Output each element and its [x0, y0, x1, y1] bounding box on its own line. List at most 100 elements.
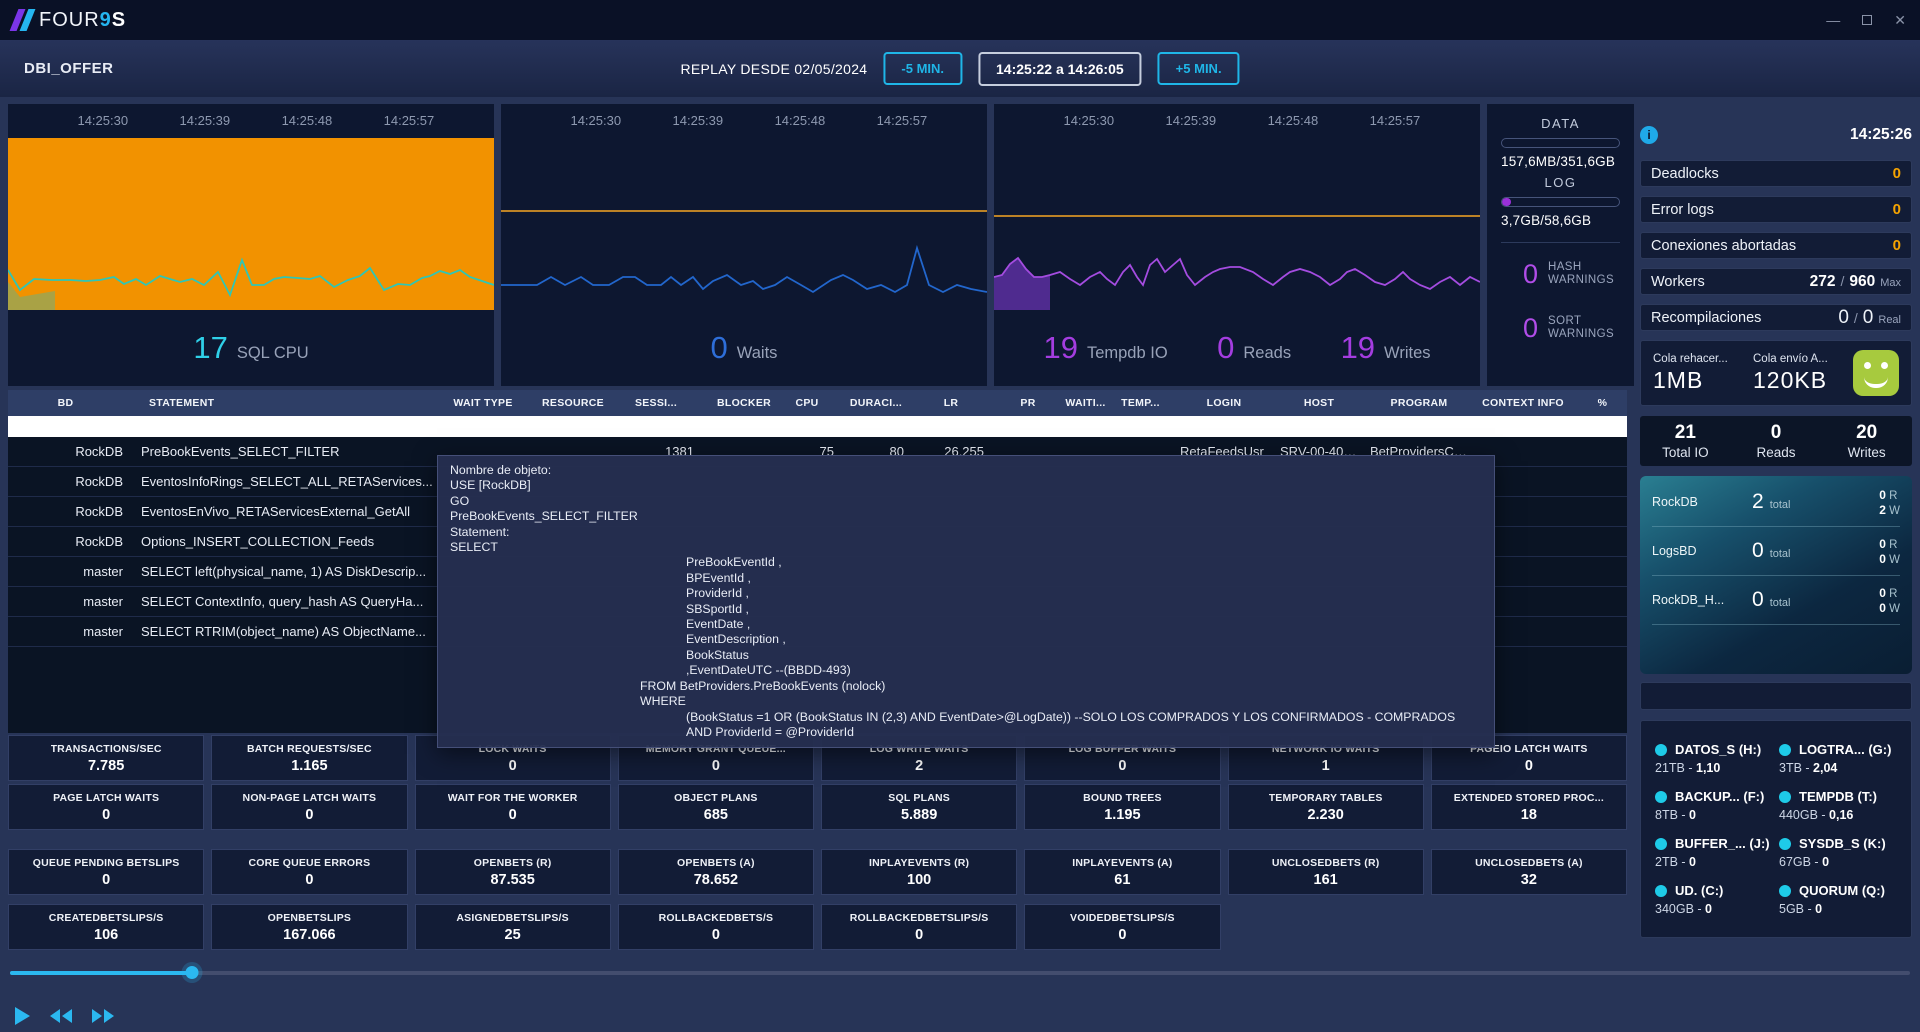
- disk-usage: 340GB - 0: [1655, 902, 1773, 916]
- chart-plot-area: [994, 138, 1480, 310]
- close-icon[interactable]: ✕: [1894, 12, 1906, 29]
- play-button[interactable]: [12, 1004, 32, 1028]
- disk-item: TEMPDB (T:)440GB - 0,16: [1779, 782, 1897, 829]
- database-name: RockDB_H...: [1652, 593, 1738, 607]
- metric-label: ROLLBACKEDBETS/S: [659, 912, 774, 924]
- column-header[interactable]: CPU: [780, 397, 848, 409]
- io-stat-value: 21: [1640, 422, 1731, 444]
- database-row[interactable]: RockDB2total0 R2 W: [1652, 478, 1900, 527]
- chart-stat: 0Reads: [1217, 330, 1291, 366]
- chart-stat: 19Writes: [1341, 330, 1431, 366]
- metrics-row-2: PAGE LATCH WAITS0NON-PAGE LATCH WAITS0WA…: [8, 784, 1627, 830]
- column-header[interactable]: LR: [918, 397, 998, 409]
- info-icon[interactable]: i: [1640, 126, 1658, 144]
- chart-stat-label: Waits: [737, 344, 778, 363]
- metric-value: 106: [94, 927, 118, 943]
- column-header[interactable]: SESSI...: [618, 397, 708, 409]
- chart-caption: 17SQL CPU: [8, 310, 494, 386]
- metric-label: OPENBETSLIPS: [268, 912, 352, 924]
- column-header[interactable]: WAIT TYPE: [438, 397, 528, 409]
- chart-caption: 19Tempdb IO0Reads19Writes: [994, 310, 1480, 386]
- column-header[interactable]: BD: [8, 397, 135, 409]
- chart-stat-label: Writes: [1384, 344, 1430, 363]
- disk-name: QUORUM (Q:): [1799, 883, 1885, 898]
- metric-tile: NON-PAGE LATCH WAITS0: [211, 784, 407, 830]
- minimize-icon[interactable]: —: [1826, 12, 1840, 28]
- tooltip-line: WHERE: [450, 694, 1482, 709]
- chart-plot-area: [8, 138, 494, 310]
- time-axis: 14:25:3014:25:3914:25:4814:25:57: [994, 104, 1480, 138]
- column-header[interactable]: %: [1578, 397, 1627, 409]
- column-header[interactable]: TEMP...: [1113, 397, 1168, 409]
- metric-label: EXTENDED STORED PROC...: [1454, 792, 1604, 804]
- metric-tile: CORE QUEUE ERRORS0: [211, 849, 407, 895]
- metric-value: 87.535: [490, 872, 534, 888]
- io-stat: 21Total IO: [1640, 422, 1731, 460]
- chart-stat-label: SQL CPU: [237, 344, 309, 363]
- disks-panel: DATOS_S (H:)21TB - 1,10LOGTRA... (G:)3TB…: [1640, 720, 1912, 938]
- metric-value: 167.066: [283, 927, 335, 943]
- metric-label: QUEUE PENDING BETSLIPS: [33, 857, 180, 869]
- slider-handle[interactable]: [186, 966, 199, 979]
- queue-item: Cola envío A...120KB: [1753, 353, 1849, 394]
- plus-5min-button[interactable]: +5 MIN.: [1158, 52, 1240, 85]
- recompilations-row: Recompilaciones 0 / 0 Real: [1640, 304, 1912, 331]
- column-header[interactable]: PR: [998, 397, 1058, 409]
- column-header[interactable]: BLOCKER: [708, 397, 780, 409]
- column-header[interactable]: HOST: [1268, 397, 1358, 409]
- disk-usage: 67GB - 0: [1779, 855, 1897, 869]
- metric-tile: INPLAYEVENTS (R)100: [821, 849, 1017, 895]
- database-writes: 0 W: [1879, 601, 1900, 615]
- column-header[interactable]: PROGRAM: [1358, 397, 1468, 409]
- disk-item: UD. (C:) 340GB - 0: [1655, 876, 1773, 923]
- table-cell: EventosInfoRings_SELECT_ALL_RETAServices…: [135, 474, 438, 489]
- log-title: LOG: [1501, 175, 1620, 190]
- disk-name: UD. (C:): [1675, 883, 1723, 898]
- counter-label: Conexiones abortadas: [1651, 238, 1796, 254]
- tooltip-line: Statement:: [450, 525, 1482, 540]
- column-header[interactable]: DURACI...: [848, 397, 918, 409]
- lightning-icon: [10, 9, 36, 31]
- rewind-button[interactable]: [48, 1007, 74, 1025]
- column-header[interactable]: CONTEXT INFO: [1468, 397, 1578, 409]
- counter-label: Deadlocks: [1651, 166, 1719, 182]
- table-cell: master: [8, 624, 135, 639]
- time-range-button[interactable]: 14:25:22 a 14:26:05: [978, 52, 1142, 86]
- database-row[interactable]: LogsBD0total0 R0 W: [1652, 527, 1900, 576]
- disk-name: LOGTRA... (G:): [1799, 742, 1891, 757]
- tooltip-line: USE [RockDB]: [450, 478, 1482, 493]
- io-stat: 0Reads: [1731, 422, 1822, 460]
- column-header[interactable]: STATEMENT: [135, 397, 438, 409]
- disk-item: DATOS_S (H:)21TB - 1,10: [1655, 735, 1773, 782]
- database-row[interactable]: RockDB_H...0total0 R0 W: [1652, 576, 1900, 625]
- chart-caption: 0 Waits: [501, 310, 987, 386]
- column-header[interactable]: WAITI...: [1058, 397, 1113, 409]
- timeline-slider[interactable]: [10, 971, 1910, 975]
- column-header[interactable]: RESOURCE: [528, 397, 618, 409]
- sidebar: i 14:25:26 Deadlocks0Error logs0Conexion…: [1640, 104, 1912, 938]
- queue-label: Cola envío A...: [1753, 353, 1849, 365]
- disk-item: BACKUP... (F:)8TB - 0: [1655, 782, 1773, 829]
- metric-tile: INPLAYEVENTS (A)61: [1024, 849, 1220, 895]
- tooltip-line: AND ProviderId = @ProviderId: [450, 725, 1482, 740]
- fast-forward-button[interactable]: [90, 1007, 116, 1025]
- table-filter-row[interactable]: [8, 416, 1627, 437]
- metrics-row-3: QUEUE PENDING BETSLIPS0CORE QUEUE ERRORS…: [8, 849, 1627, 895]
- metric-label: NON-PAGE LATCH WAITS: [243, 792, 377, 804]
- maximize-icon[interactable]: [1862, 15, 1872, 25]
- counter-label: Error logs: [1651, 202, 1714, 218]
- tooltip-line: GO: [450, 494, 1482, 509]
- table-cell: SELECT ContextInfo, query_hash AS QueryH…: [135, 594, 438, 609]
- chart-stat-value: 0: [711, 330, 728, 366]
- disk-usage: 5GB - 0: [1779, 902, 1897, 916]
- tooltip-line: EventDate ,: [450, 617, 1482, 632]
- database-total-io: 0: [1752, 539, 1764, 563]
- minus-5min-button[interactable]: -5 MIN.: [883, 52, 962, 85]
- column-header[interactable]: LOGIN: [1168, 397, 1268, 409]
- time-axis: 14:25:3014:25:3914:25:4814:25:57: [501, 104, 987, 138]
- disk-status-icon: [1779, 838, 1791, 850]
- queue-item: Cola rehacer...1MB: [1653, 353, 1749, 394]
- table-cell: RockDB: [8, 504, 135, 519]
- chart-stat-label: Tempdb IO: [1087, 344, 1168, 363]
- log-usage-value: 3,7GB/58,6GB: [1501, 213, 1620, 228]
